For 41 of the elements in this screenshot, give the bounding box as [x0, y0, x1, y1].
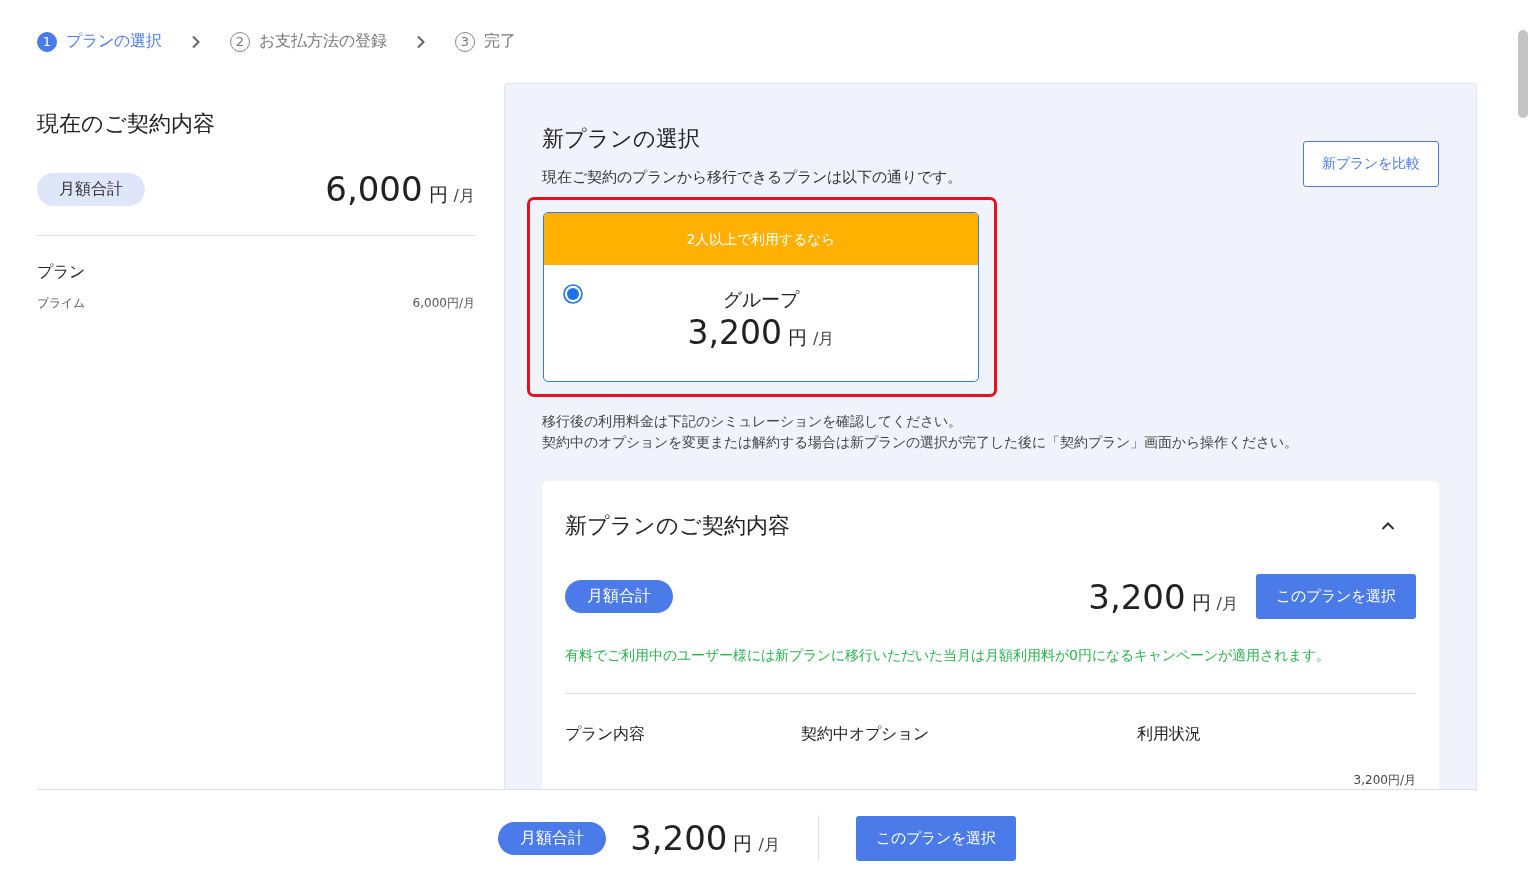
price-amount: 3,200 [687, 313, 783, 352]
column-heading: 利用状況 [1137, 724, 1202, 745]
scrollbar-thumb[interactable] [1518, 30, 1528, 118]
compare-plans-button[interactable]: 新プランを比較 [1303, 141, 1439, 187]
radio-button[interactable] [563, 284, 583, 304]
column-heading: 契約中オプション [801, 724, 930, 745]
price-unit: 円 [733, 831, 753, 856]
step-label: お支払方法の登録 [259, 31, 387, 52]
step-label: 完了 [484, 31, 516, 52]
price-period: /月 [758, 835, 780, 856]
price-period: /月 [813, 329, 835, 350]
section-title: 新プランのご契約内容 [565, 512, 790, 540]
note-text: 移行後の利用料金は下記のシミュレーションを確認してください。 [542, 412, 963, 431]
plan-label-banner: 2人以上で利用するなら [544, 213, 978, 265]
plan-name: グループ [723, 287, 799, 312]
monthly-total-badge: 月額合計 [37, 172, 145, 206]
column-heading: プラン内容 [565, 724, 646, 745]
step-label: プランの選択 [66, 31, 162, 52]
plan-heading: プラン [37, 262, 86, 283]
section-title: 新プランの選択 [542, 125, 701, 153]
section-title: 現在のご契約内容 [37, 110, 216, 138]
select-plan-button[interactable]: このプランを選択 [1256, 574, 1416, 619]
price-period: /月 [1216, 593, 1238, 615]
description-text: 現在ご契約のプランから移行できるプランは以下の通りです。 [542, 168, 962, 187]
note-text: 契約中のオプションを変更または解約する場合は新プランの選択が完了した後に「契約プラン」画面から操作ください。 [542, 433, 1299, 452]
price-period: /月 [453, 186, 475, 207]
price-amount: 3,200 [1088, 576, 1186, 617]
price-unit: 円 [788, 325, 808, 350]
monthly-total-badge: 月額合計 [565, 580, 673, 613]
monthly-total-badge: 月額合計 [498, 821, 607, 855]
plan-price: 6,000円/月 [412, 295, 475, 312]
select-plan-button[interactable]: このプランを選択 [855, 815, 1016, 861]
price-amount: 6,000 [325, 169, 423, 209]
price-unit: 円 [1191, 589, 1211, 615]
plan-price: 3,200円/月 [1352, 772, 1416, 789]
price-amount: 3,200 [630, 818, 728, 858]
plan-option-card[interactable]: 2人以上で利用するなら グループ 3,200 円 /月 [543, 212, 979, 382]
plan-name: プライム [37, 295, 85, 312]
price-unit: 円 [428, 182, 448, 207]
step-number: 1 [37, 31, 57, 52]
campaign-note: 有料でご利用中のユーザー様には新プランに移行いただいた当月は月額利用料が0円になるキャンペーンが適用されます。 [565, 647, 1416, 694]
